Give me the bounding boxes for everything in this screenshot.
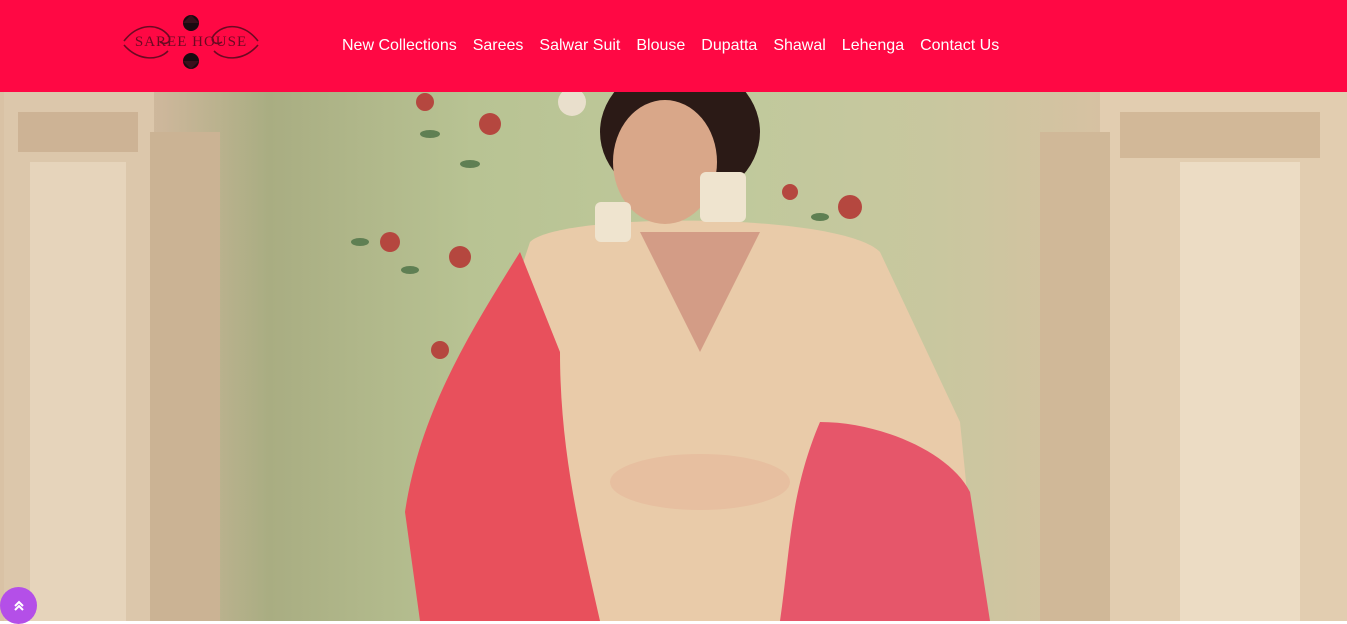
main-menu: New Collections Sarees Salwar Suit Blous… [342, 0, 999, 92]
nav-lehenga[interactable]: Lehenga [842, 37, 904, 55]
double-chevron-up-icon [13, 600, 24, 611]
scroll-to-top-button[interactable] [0, 587, 37, 624]
nav-new-collections[interactable]: New Collections [342, 37, 457, 55]
top-navbar: Saree House New Collections Sarees Salwa… [0, 0, 1347, 92]
logo-text: Saree House [134, 33, 248, 50]
nav-salwar-suit[interactable]: Salwar Suit [539, 37, 620, 55]
nav-sarees[interactable]: Sarees [473, 37, 524, 55]
nav-shawal[interactable]: Shawal [773, 37, 825, 55]
hero-illustration [4, 92, 1347, 621]
nav-blouse[interactable]: Blouse [636, 37, 685, 55]
nav-dupatta[interactable]: Dupatta [701, 37, 757, 55]
hero-banner-image [0, 92, 1347, 621]
nav-contact-us[interactable]: Contact Us [920, 37, 999, 55]
site-logo[interactable]: Saree House [118, 13, 264, 71]
